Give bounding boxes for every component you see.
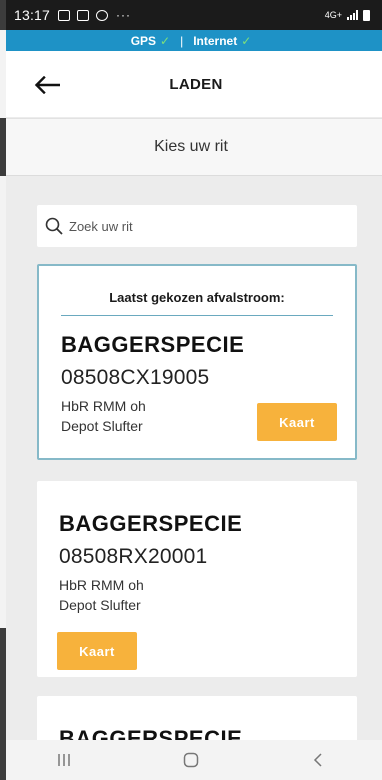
rit-number: 08508CX19005 (61, 366, 210, 389)
chevron-left-icon (314, 753, 322, 767)
search-input[interactable] (69, 218, 329, 234)
message-icon (77, 9, 90, 21)
kaart-button[interactable]: Kaart (257, 403, 337, 441)
home-button[interactable] (161, 740, 221, 780)
app-header: LADEN (0, 51, 382, 117)
location-line1: HbR RMM oh (59, 577, 144, 593)
last-selected-card: Laatst gekozen afvalstroom: BAGGERSPECIE… (37, 264, 357, 460)
status-time: 13:17 (14, 7, 51, 23)
back-button[interactable] (30, 68, 64, 102)
arrow-left-icon (34, 76, 60, 94)
gallery-icon (58, 9, 71, 21)
back-nav-button[interactable] (288, 740, 348, 780)
search-box[interactable] (37, 205, 357, 247)
more-notifications-icon: ··· (116, 8, 132, 22)
ride-card[interactable]: BAGGERSPECIE 08508RX20001 HbR RMM oh Dep… (37, 481, 357, 677)
last-selected-heading: Laatst gekozen afvalstroom: (109, 290, 285, 305)
search-icon (45, 217, 63, 235)
internet-check-icon: ✓ (241, 33, 252, 48)
stream-name: BAGGERSPECIE (61, 332, 245, 357)
signal-icon (347, 10, 358, 20)
rit-number: 08508RX20001 (59, 545, 208, 568)
internet-label: Internet (193, 33, 238, 48)
status-bar: 13:17 ··· 4G+ (0, 0, 382, 30)
gps-label: GPS (130, 33, 157, 48)
subheader: Kies uw rit (0, 118, 382, 176)
kaart-button[interactable]: Kaart (57, 632, 137, 670)
card-divider (61, 315, 333, 316)
system-navigation-bar (0, 740, 382, 780)
phone-screen: 13:17 ··· 4G+ GPS ✓ | Internet ✓ LADEN K… (0, 0, 382, 780)
gps-check-icon: ✓ (160, 33, 171, 48)
network-type-label: 4G+ (324, 10, 342, 20)
recents-button[interactable] (34, 740, 94, 780)
left-bezel (0, 0, 6, 780)
stream-name: BAGGERSPECIE (59, 511, 243, 536)
battery-icon (363, 9, 370, 21)
system-icons: 4G+ (324, 9, 370, 21)
home-icon (183, 752, 199, 768)
location-line2: Depot Slufter (59, 597, 141, 613)
notification-icons (58, 9, 109, 21)
app-icon (96, 9, 109, 21)
page-title: LADEN (169, 75, 223, 93)
recents-icon (57, 754, 70, 766)
connectivity-separator: | (180, 33, 184, 48)
connectivity-bar: GPS ✓ | Internet ✓ (0, 30, 382, 51)
